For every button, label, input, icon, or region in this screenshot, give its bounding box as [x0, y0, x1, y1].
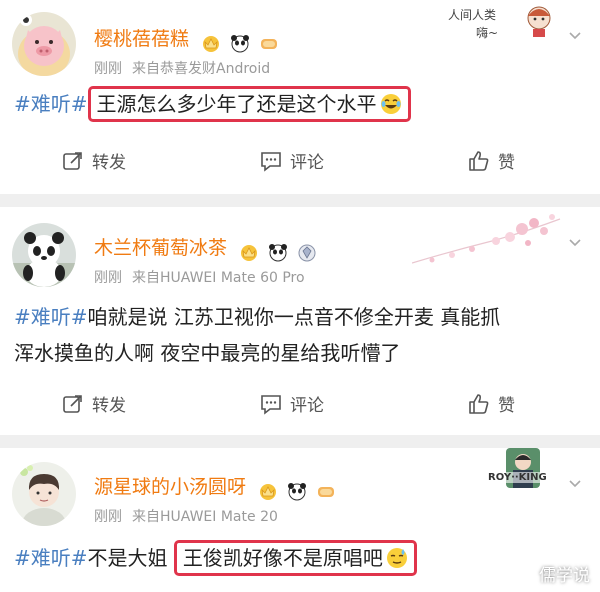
post-meta: 刚刚 来自HUAWEI Mate 20: [94, 506, 278, 526]
hashtag-link[interactable]: #难听#: [14, 92, 88, 116]
crown-badge-icon: [203, 35, 220, 52]
laugh-cry-emoji-icon: [380, 94, 401, 114]
avatar[interactable]: [12, 462, 76, 526]
post-1: 樱桃蓓蓓糕 刚刚 来自恭喜发财Android 人间人类 嗨~ #难听# 王源怎么…: [0, 0, 600, 194]
username[interactable]: 樱桃蓓蓓糕: [94, 24, 282, 53]
thumbs-up-icon: [469, 150, 489, 171]
repost-button[interactable]: 转发: [62, 391, 126, 416]
post-content-line: #难听#咱就是说 江苏卫视你一点音不修全开麦 真能抓: [14, 305, 501, 329]
badge-group: [239, 240, 320, 262]
post-content: #难听# 王源怎么多少年了还是这个水平: [14, 86, 411, 122]
highlighted-text: 王俊凯好像不是原唱吧: [173, 540, 417, 576]
post-source: 来自HUAWEI Mate 60 Pro: [132, 270, 305, 286]
watermark: 儒学说: [539, 566, 590, 586]
post-meta: 刚刚 来自HUAWEI Mate 60 Pro: [94, 267, 305, 287]
hashtag-link[interactable]: #难听#: [14, 305, 88, 329]
post-content: #难听#不是大姐 王俊凯好像不是原唱吧: [14, 540, 417, 576]
badge-group: [258, 479, 339, 501]
like-button[interactable]: 赞: [468, 391, 515, 416]
crown-badge-icon: [241, 244, 258, 261]
panda-avatar-icon: [12, 223, 76, 287]
decoration-text: ROY··KING: [488, 472, 547, 483]
post-content-line: 浑水摸鱼的人啊 夜空中最亮的星给我听懵了: [14, 341, 401, 365]
girl-sticker-icon: [527, 6, 551, 37]
decoration-text: 嗨~: [476, 26, 499, 40]
chevron-down-icon[interactable]: [568, 476, 582, 490]
badge-group: [201, 31, 282, 53]
card-decoration: 人间人类 嗨~: [448, 4, 556, 46]
repost-icon: [63, 151, 82, 170]
post-source: 来自恭喜发财Android: [132, 61, 271, 77]
bread-badge-icon: [261, 38, 278, 49]
username[interactable]: 木兰杯葡萄冰茶: [94, 233, 320, 262]
bread-badge-icon: [318, 486, 335, 497]
decoration-text: 人间人类: [448, 8, 497, 22]
chevron-down-icon[interactable]: [568, 28, 582, 42]
post-time: 刚刚: [94, 61, 122, 77]
comment-icon: [261, 394, 281, 415]
repost-button[interactable]: 转发: [62, 148, 126, 173]
chevron-down-icon[interactable]: [568, 235, 582, 249]
avatar[interactable]: [12, 12, 76, 76]
post-content: #难听#咱就是说 江苏卫视你一点音不修全开麦 真能抓 浑水摸鱼的人啊 夜空中最亮…: [14, 299, 500, 371]
post-meta: 刚刚 来自恭喜发财Android: [94, 58, 270, 78]
sweat-emoji-icon: [386, 548, 407, 568]
repost-icon: [63, 394, 82, 413]
panda-badge-icon: [269, 243, 288, 261]
panda-badge-icon: [288, 482, 307, 500]
post-source: 来自HUAWEI Mate 20: [132, 509, 278, 525]
post-time: 刚刚: [94, 509, 122, 525]
cherry-blossom-decoration: [412, 214, 561, 264]
avatar[interactable]: [12, 223, 76, 287]
panda-badge-icon: [231, 34, 250, 52]
post-time: 刚刚: [94, 270, 122, 286]
comment-button[interactable]: 评论: [260, 148, 324, 173]
thumbs-up-icon: [469, 393, 489, 414]
comment-button[interactable]: 评论: [260, 391, 324, 416]
highlighted-text: 王源怎么多少年了还是这个水平: [87, 86, 411, 122]
action-bar: 转发 评论 赞: [0, 148, 600, 178]
crown-badge-icon: [260, 483, 277, 500]
pig-avatar-icon: [12, 12, 76, 76]
hashtag-link[interactable]: #难听#: [14, 546, 88, 570]
comment-icon: [261, 151, 281, 172]
gem-badge-icon: [298, 244, 316, 261]
boy-avatar-icon: [12, 462, 76, 526]
like-button[interactable]: 赞: [468, 148, 515, 173]
card-decoration: ROY··KING: [486, 448, 562, 498]
post-2: 木兰杯葡萄冰茶 刚刚 来自HUAWEI Mate 60 Pro #难听#咱就是说…: [0, 207, 600, 435]
post-3: 源星球的小汤圆呀 刚刚 来自HUAWEI Mate 20 ROY··KING #…: [0, 448, 600, 592]
action-bar: 转发 评论 赞: [0, 391, 600, 421]
username[interactable]: 源星球的小汤圆呀: [94, 472, 339, 501]
